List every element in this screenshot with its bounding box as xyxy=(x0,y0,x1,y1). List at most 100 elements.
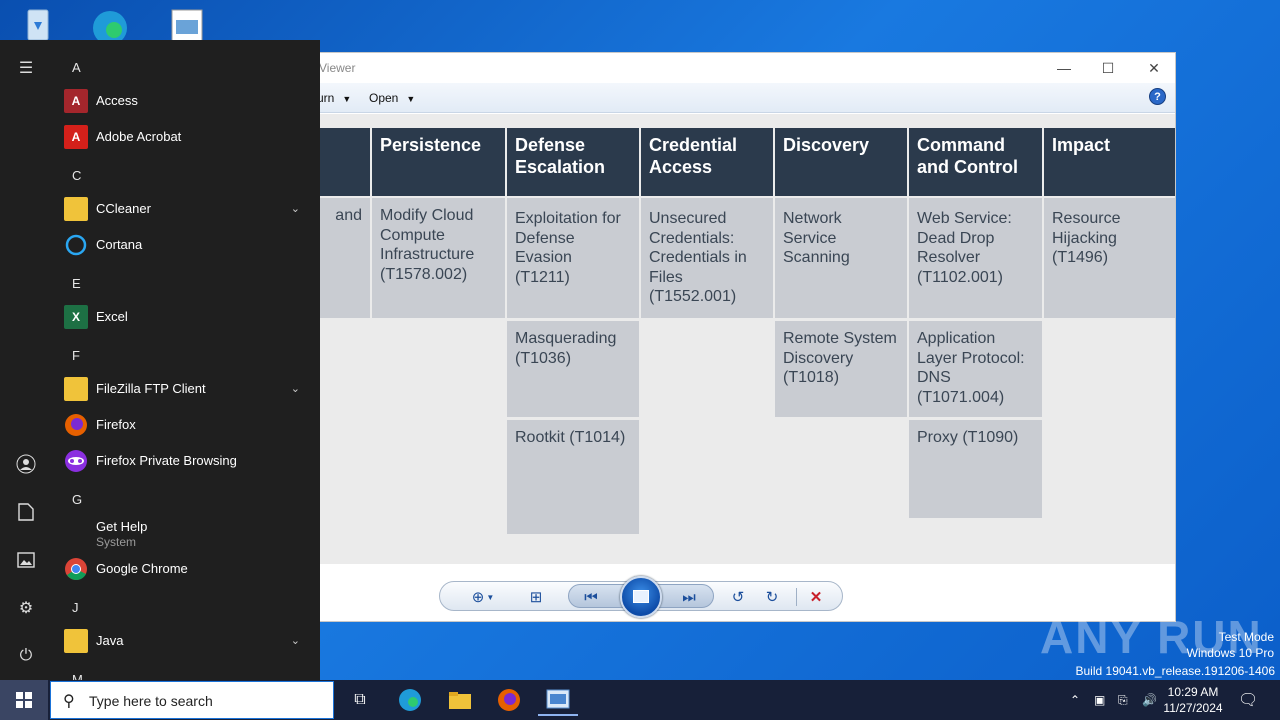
app-label: Firefox xyxy=(96,417,136,432)
start-button[interactable] xyxy=(0,680,48,720)
group-header-a[interactable]: A xyxy=(72,60,81,75)
user-account-icon[interactable] xyxy=(14,452,38,476)
app-filezilla[interactable]: FileZilla FTP Client ⌄ xyxy=(52,371,320,407)
private-browsing-icon xyxy=(64,449,88,473)
rotate-right-icon[interactable]: ↻ xyxy=(760,586,784,608)
group-header-f[interactable]: F xyxy=(72,348,80,363)
delete-icon[interactable]: ✕ xyxy=(804,586,828,608)
technique-cell: Modify Cloud Compute Infrastructure (T15… xyxy=(372,198,505,318)
image-file-desktop-icon[interactable] xyxy=(166,6,210,43)
start-rail: ☰ ⚙ ⏻ xyxy=(0,40,52,680)
app-label: Firefox Private Browsing xyxy=(96,453,237,468)
menu-open-label: Open xyxy=(369,91,399,105)
menu-print[interactable]: urn ▼ xyxy=(317,91,351,105)
chevron-down-icon: ▼ xyxy=(342,94,352,104)
app-label: Adobe Acrobat xyxy=(96,129,182,144)
task-view-icon[interactable]: ⧉ xyxy=(340,684,380,716)
app-cortana[interactable]: Cortana xyxy=(52,227,320,263)
slideshow-icon[interactable] xyxy=(620,576,662,618)
app-label: Get Help xyxy=(96,519,148,534)
column-header-impact: Impact xyxy=(1044,128,1175,196)
app-label: FileZilla FTP Client xyxy=(96,381,206,396)
clock[interactable]: 10:29 AM 11/27/2024 xyxy=(1160,684,1226,716)
maximize-icon[interactable]: ☐ xyxy=(1085,55,1131,81)
technique-cell: Network Service Scanning xyxy=(775,198,907,318)
app-google-chrome[interactable]: Google Chrome xyxy=(52,551,320,587)
app-get-help[interactable]: Get Help System xyxy=(52,515,320,551)
technique-cell: Rootkit (T1014) xyxy=(507,420,639,534)
technique-cell: Web Service: Dead Drop Resolver (T1102.0… xyxy=(909,198,1042,318)
chevron-down-icon[interactable]: ⌄ xyxy=(291,634,300,647)
technique-cell: Unsecured Credentials: Credentials in Fi… xyxy=(641,198,773,318)
hamburger-icon[interactable]: ☰ xyxy=(14,56,38,80)
chevron-down-icon[interactable]: ⌄ xyxy=(291,382,300,395)
app-ccleaner[interactable]: CCleaner ⌄ xyxy=(52,191,320,227)
pictures-icon[interactable] xyxy=(14,548,38,572)
technique-cell: Proxy (T1090) xyxy=(909,420,1042,518)
photo-viewer-window: Viewer — ☐ ✕ urn▼ Open ▼ ? n Persistence … xyxy=(300,52,1176,622)
taskbar-search[interactable]: ⚲ Type here to search xyxy=(50,681,334,719)
chevron-down-icon[interactable]: ⌄ xyxy=(291,202,300,215)
settings-icon[interactable]: ⚙ xyxy=(14,596,38,620)
edge-taskbar-icon[interactable] xyxy=(390,684,430,716)
photo-viewer-taskbar-icon[interactable] xyxy=(538,684,578,716)
close-icon[interactable]: ✕ xyxy=(1131,55,1175,81)
menu-bar: urn ▼ Open ▼ ? xyxy=(301,83,1175,113)
column-header-command-control: Command and Control xyxy=(909,128,1042,196)
windows-edition-label: Windows 10 Pro xyxy=(1186,646,1274,660)
app-java[interactable]: Java ⌄ xyxy=(52,623,320,659)
cortana-icon xyxy=(64,233,88,257)
network-alt-icon[interactable]: ▣ xyxy=(1094,680,1105,720)
app-adobe-acrobat[interactable]: A Adobe Acrobat xyxy=(52,119,320,155)
network-icon[interactable]: ⎘ xyxy=(1118,680,1128,720)
technique-cell: Remote System Discovery (T1018) xyxy=(775,321,907,417)
column-header-persistence: Persistence xyxy=(372,128,505,196)
image-canvas: n Persistence Defense Escalation Credent… xyxy=(301,114,1175,564)
app-firefox-private[interactable]: Firefox Private Browsing xyxy=(52,443,320,479)
power-icon[interactable]: ⏻ xyxy=(14,644,38,668)
app-label: Google Chrome xyxy=(96,561,188,576)
edge-desktop-icon[interactable] xyxy=(88,6,132,45)
app-label: Excel xyxy=(96,309,128,324)
minimize-icon[interactable]: — xyxy=(1041,55,1087,81)
acrobat-icon: A xyxy=(64,125,88,149)
app-firefox[interactable]: Firefox xyxy=(52,407,320,443)
app-sublabel: System xyxy=(96,535,137,549)
rotate-left-icon[interactable]: ↺ xyxy=(726,586,750,608)
notifications-icon[interactable]: 🗨 xyxy=(1238,680,1258,720)
file-explorer-icon[interactable] xyxy=(440,684,480,716)
title-bar: Viewer — ☐ ✕ xyxy=(301,53,1175,83)
firefox-taskbar-icon[interactable] xyxy=(489,684,529,716)
group-header-g[interactable]: G xyxy=(72,492,82,507)
firefox-icon xyxy=(64,413,88,437)
window-title: Viewer xyxy=(319,61,356,75)
app-label: Access xyxy=(96,93,138,108)
app-label: Java xyxy=(96,633,124,648)
group-header-m[interactable]: M xyxy=(72,672,83,680)
previous-icon[interactable]: ⏮ xyxy=(579,586,603,608)
app-access[interactable]: A Access xyxy=(52,83,320,119)
app-excel[interactable]: X Excel xyxy=(52,299,320,335)
technique-cell: Application Layer Protocol: DNS (T1071.0… xyxy=(909,321,1042,417)
chrome-icon xyxy=(64,557,88,581)
help-icon[interactable]: ? xyxy=(1149,88,1166,105)
volume-icon[interactable]: 🔊 xyxy=(1142,680,1157,720)
chevron-up-icon[interactable]: ⌃ xyxy=(1070,680,1080,720)
group-header-j[interactable]: J xyxy=(72,600,79,615)
technique-cell: Exploitation for Defense Evasion (T1211) xyxy=(507,198,639,318)
fit-icon[interactable]: ⊞ xyxy=(524,586,548,608)
recycle-bin-icon[interactable] xyxy=(16,6,60,42)
toolbar-divider xyxy=(796,588,797,606)
folder-icon xyxy=(64,629,88,653)
group-header-c[interactable]: C xyxy=(72,168,81,183)
zoom-icon[interactable]: ⊕ ▼ xyxy=(466,586,500,608)
app-label: CCleaner xyxy=(96,201,151,216)
group-header-e[interactable]: E xyxy=(72,276,81,291)
build-label: Build 19041.vb_release.191206-1406 xyxy=(1075,664,1276,678)
next-icon[interactable]: ⏭ xyxy=(677,586,701,608)
get-help-icon xyxy=(64,521,88,545)
viewer-toolbar: ⊕ ▼ ⊞ ⏮ ⏭ ↺ ↻ ✕ xyxy=(439,576,843,618)
app-list: A A Access A Adobe Acrobat C CCleaner ⌄ … xyxy=(52,40,320,680)
documents-icon[interactable] xyxy=(14,500,38,524)
menu-open[interactable]: Open ▼ xyxy=(369,91,415,105)
